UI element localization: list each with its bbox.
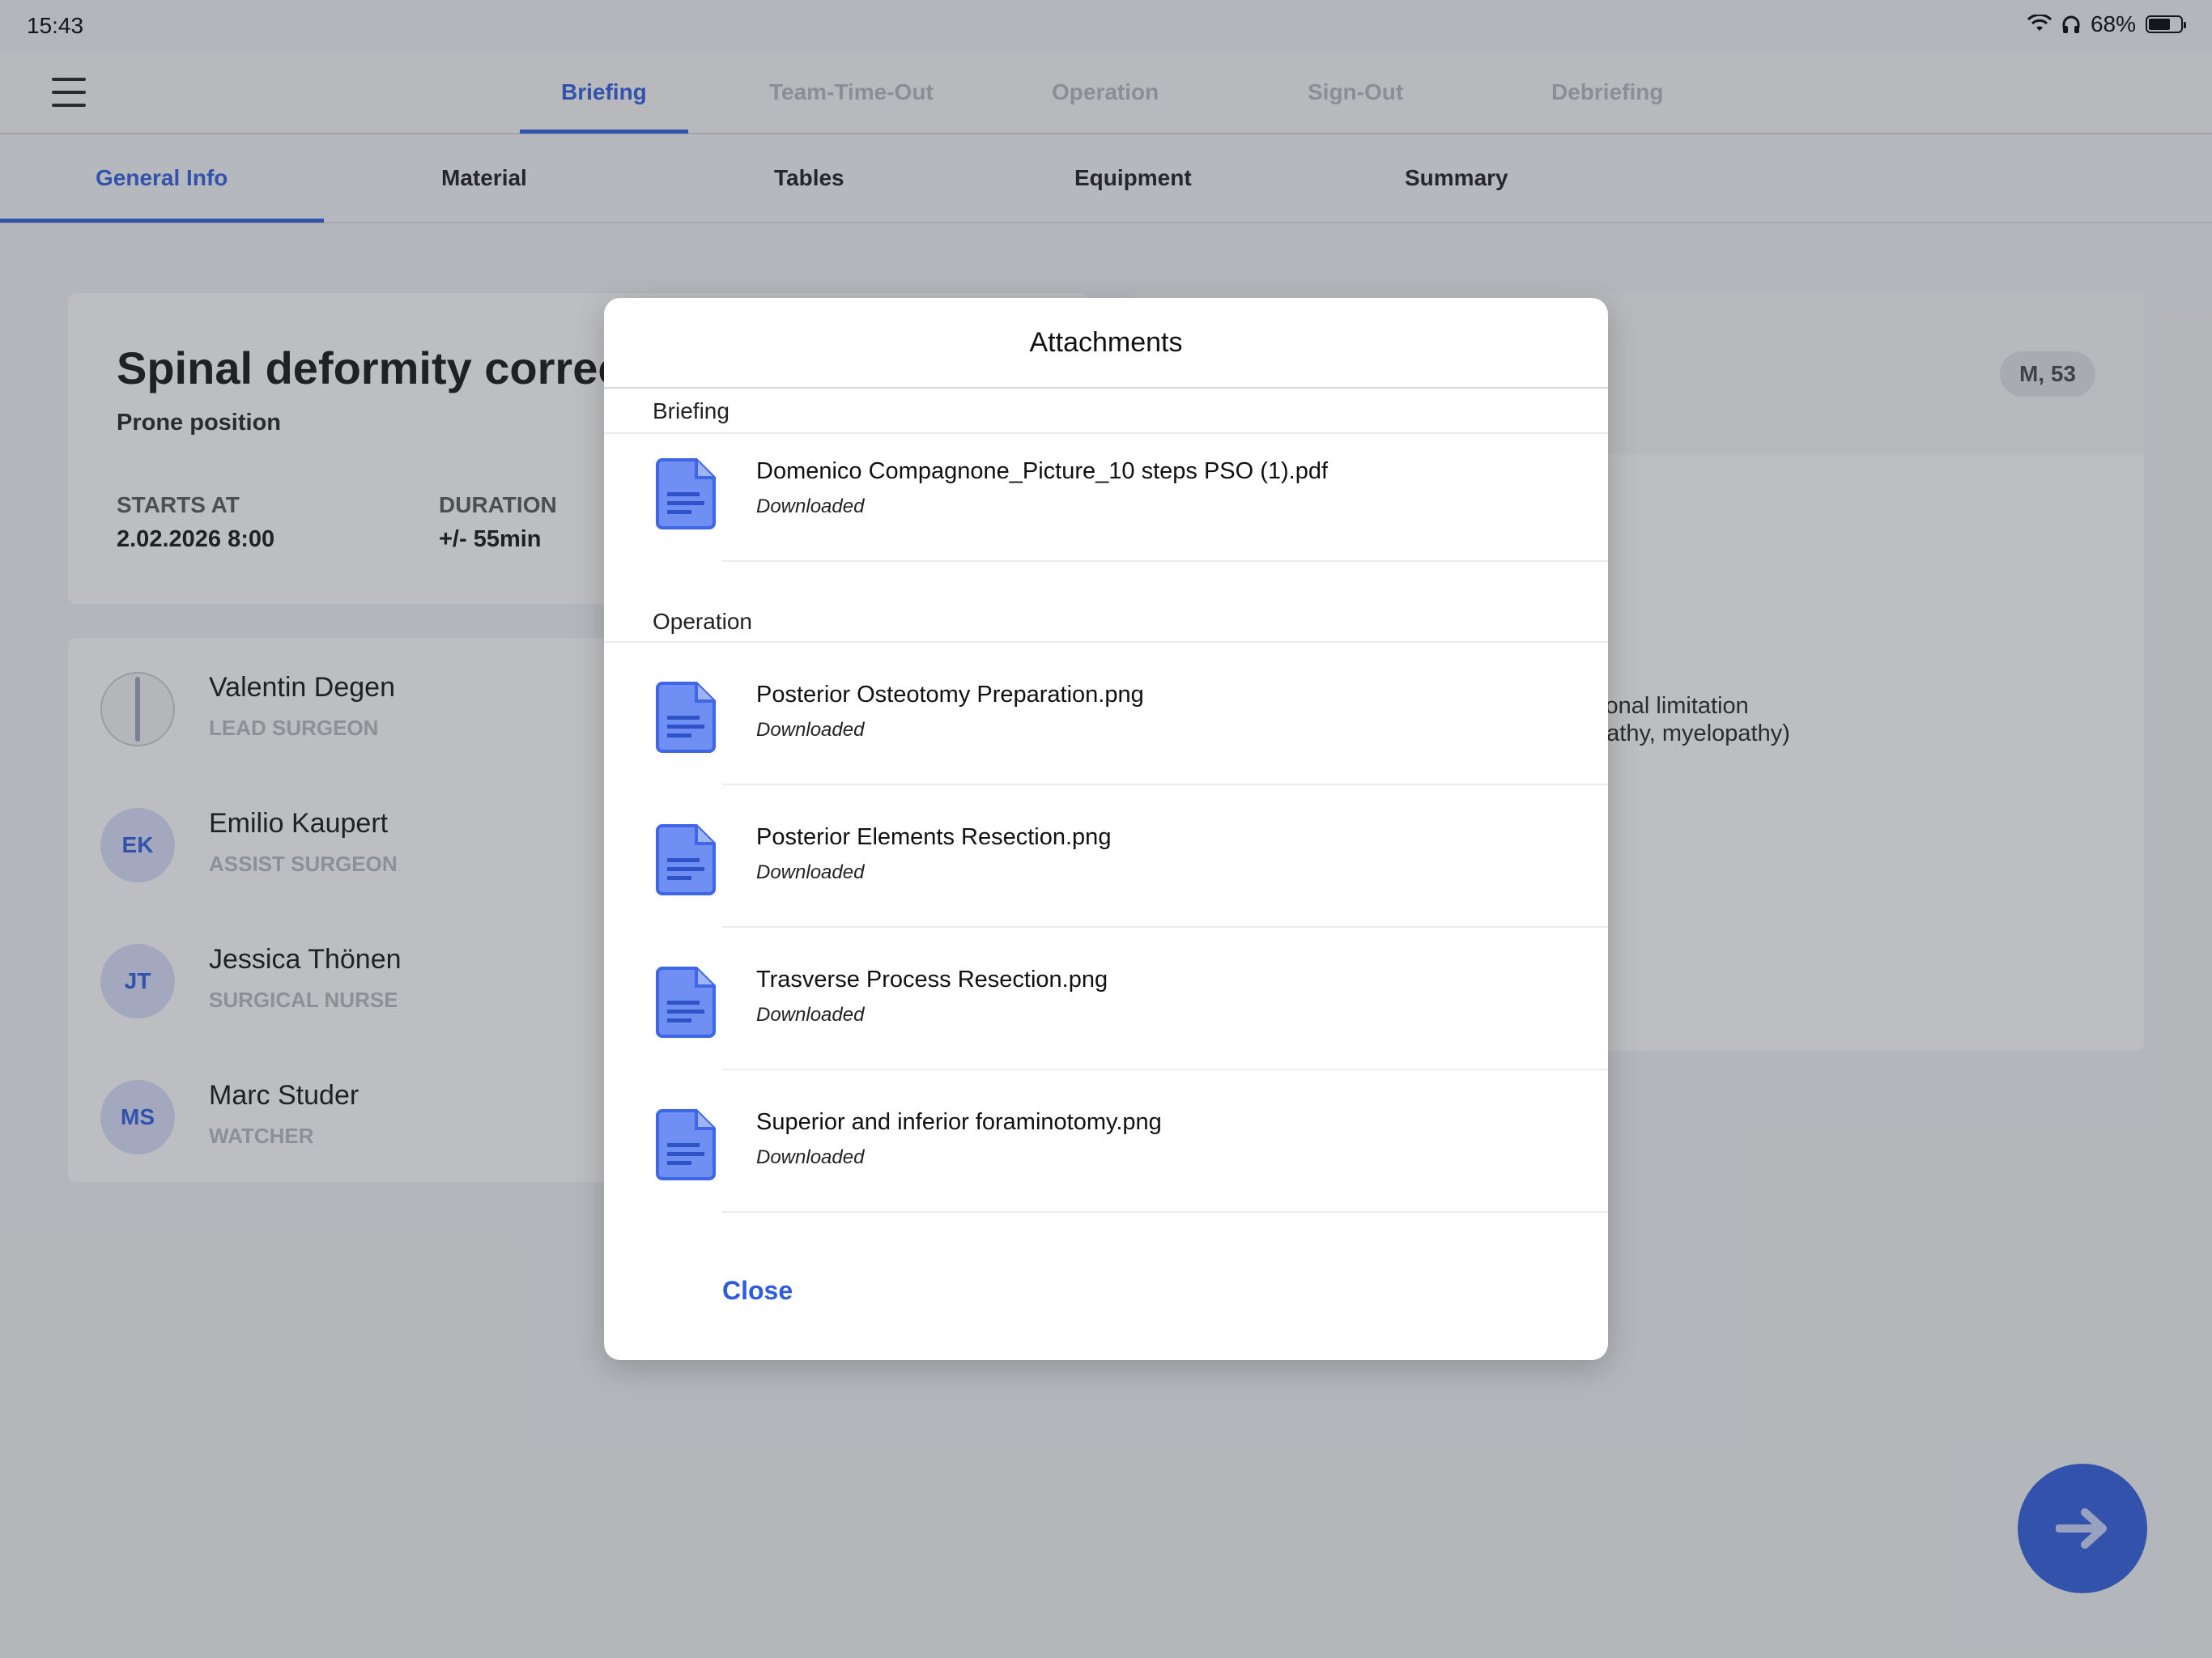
close-button[interactable]: Close: [722, 1276, 793, 1306]
attachment-status: Downloaded: [756, 1004, 865, 1026]
row-divider: [722, 784, 1608, 785]
document-icon: [656, 682, 716, 753]
attachment-item[interactable]: Domenico Compagnone_Picture_10 steps PSO…: [604, 432, 1608, 570]
document-icon: [656, 458, 716, 529]
attachment-name: Superior and inferior foraminotomy.png: [756, 1109, 1162, 1135]
attachment-item[interactable]: Trasverse Process Resection.png Download…: [604, 941, 1608, 1078]
attachment-status: Downloaded: [756, 1146, 865, 1168]
attachment-item[interactable]: Superior and inferior foraminotomy.png D…: [604, 1083, 1608, 1221]
section-divider: [604, 641, 1608, 643]
document-icon: [656, 1109, 716, 1180]
row-divider: [722, 1069, 1608, 1070]
modal-title: Attachments: [1029, 326, 1183, 358]
attachments-modal: Attachments Briefing Domenico Compagnone…: [604, 298, 1608, 1360]
attachment-name: Trasverse Process Resection.png: [756, 967, 1108, 993]
attachment-item[interactable]: Posterior Elements Resection.png Downloa…: [604, 798, 1608, 936]
attachment-name: Posterior Osteotomy Preparation.png: [756, 682, 1144, 708]
row-divider: [722, 926, 1608, 928]
attachment-name: Domenico Compagnone_Picture_10 steps PSO…: [756, 458, 1329, 484]
attachment-name: Posterior Elements Resection.png: [756, 824, 1112, 850]
attachment-status: Downloaded: [756, 495, 865, 517]
document-icon: [656, 824, 716, 895]
row-divider: [722, 1211, 1608, 1213]
modal-header: Attachments: [604, 298, 1608, 389]
document-icon: [656, 967, 716, 1038]
section-header-briefing: Briefing: [653, 398, 730, 423]
attachment-item[interactable]: Posterior Osteotomy Preparation.png Down…: [604, 656, 1608, 793]
row-divider: [722, 560, 1608, 562]
attachment-status: Downloaded: [756, 861, 865, 883]
attachment-status: Downloaded: [756, 719, 865, 741]
section-header-operation: Operation: [653, 609, 752, 634]
